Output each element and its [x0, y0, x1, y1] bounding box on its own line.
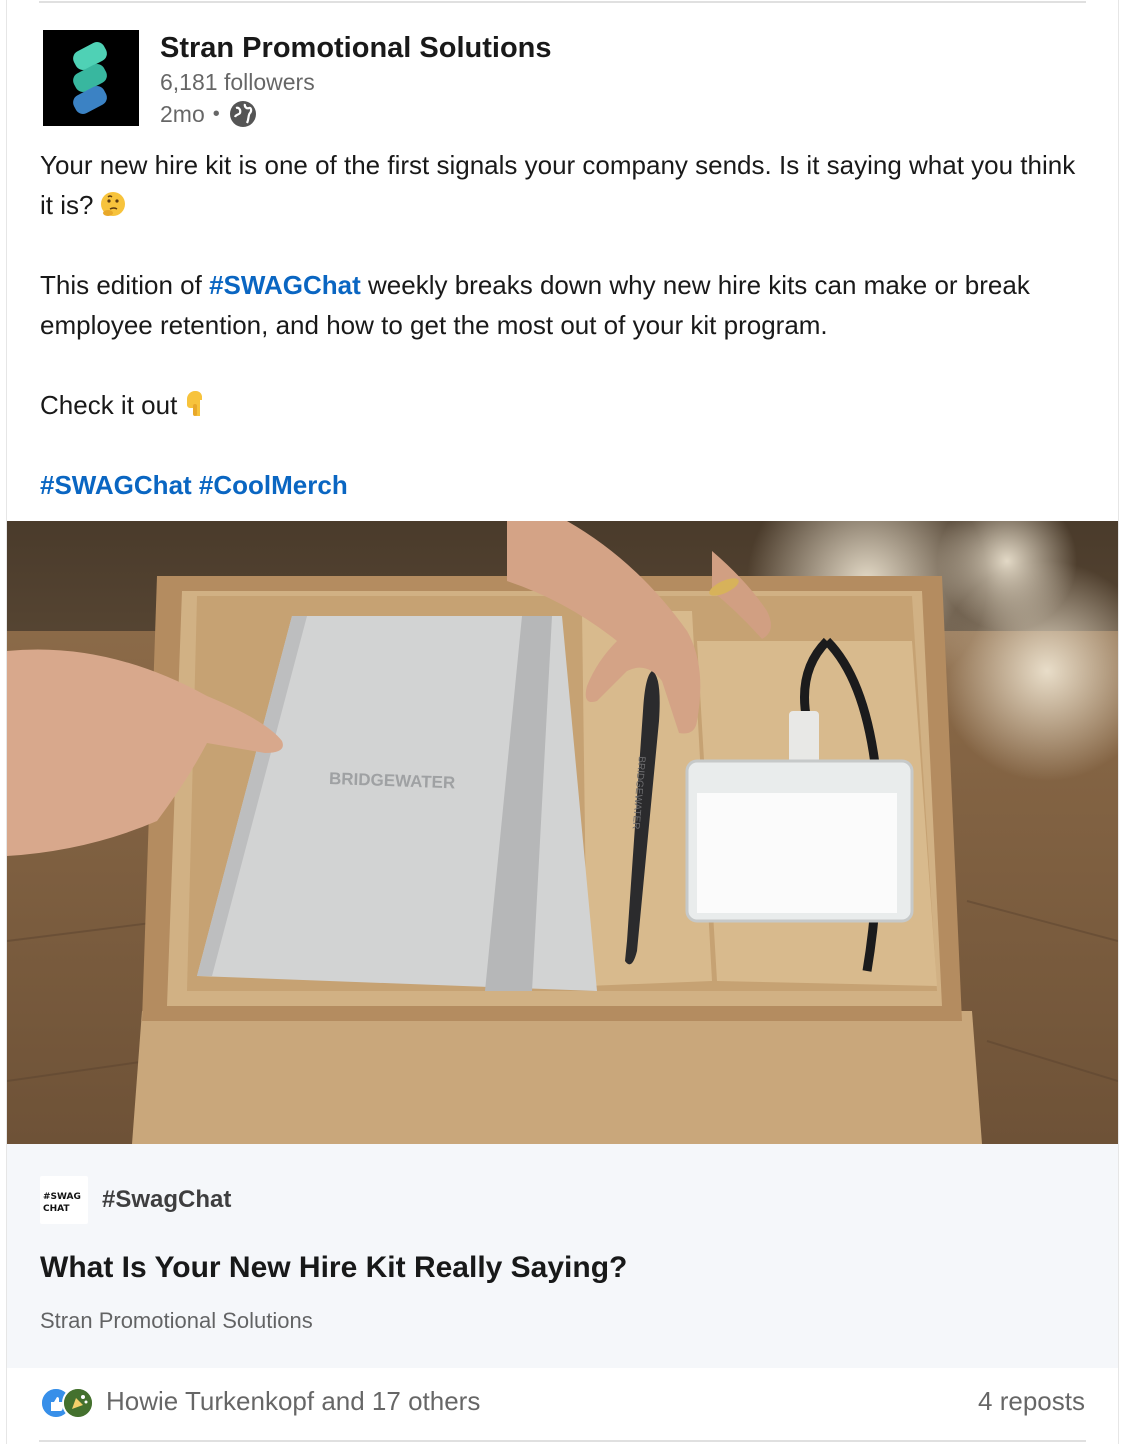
swagchat-thumbnail: #SWAG CHAT — [40, 1176, 88, 1224]
pointing-down-emoji — [187, 391, 203, 416]
post-body: Your new hire kit is one of the first si… — [40, 145, 1090, 505]
post-paragraph: Your new hire kit is one of the first si… — [40, 145, 1090, 225]
social-counts: Howie Turkenkopf and 17 others 4 reposts — [7, 1368, 1118, 1444]
post-card: Stran Promotional Solutions 6,181 follow… — [6, 0, 1119, 1444]
link-title[interactable]: What Is Your New Hire Kit Really Saying? — [40, 1248, 627, 1288]
post-text-line: Your new hire kit is one of the first si… — [40, 150, 1076, 220]
thinking-face-emoji — [101, 192, 126, 216]
post-image[interactable]: BRIDGEWATER BRIDGEWATER — [7, 521, 1118, 1144]
divider — [39, 1, 1086, 3]
company-name[interactable]: Stran Promotional Solutions — [160, 30, 552, 66]
link-preview[interactable]: #SWAG CHAT #SwagChat What Is Your New Hi… — [7, 1144, 1118, 1368]
reactions[interactable]: Howie Turkenkopf and 17 others — [40, 1386, 480, 1419]
post-paragraph: This edition of #SWAGChat weekly breaks … — [40, 265, 1090, 345]
link-subtitle: Stran Promotional Solutions — [40, 1308, 313, 1333]
hashtag-link[interactable]: #SWAGChat — [209, 270, 361, 300]
separator-dot: • — [212, 103, 220, 125]
celebrate-icon — [62, 1386, 94, 1419]
thumb-text: CHAT — [43, 1204, 70, 1214]
globe-icon — [229, 101, 256, 127]
new-hire-kit-photo: BRIDGEWATER BRIDGEWATER — [7, 521, 1118, 1144]
post-header: Stran Promotional Solutions 6,181 follow… — [43, 30, 1043, 128]
post-text-line: This edition of — [40, 270, 210, 300]
reposts-count[interactable]: 4 reposts — [978, 1386, 1085, 1417]
post-hashtags: #SWAGChat #CoolMerch — [40, 465, 1090, 505]
reactions-count[interactable]: Howie Turkenkopf and 17 others — [106, 1386, 480, 1417]
hashtag-link[interactable]: #CoolMerch — [199, 470, 348, 500]
post-paragraph: Check it out — [40, 385, 1090, 425]
post-text-line: Check it out — [40, 390, 178, 420]
company-logo[interactable] — [43, 30, 139, 126]
thumb-text: #SWAG — [43, 1192, 81, 1202]
link-source-name[interactable]: #SwagChat — [102, 1186, 231, 1214]
link-source: #SWAG CHAT #SwagChat — [40, 1176, 231, 1224]
post-time: 2mo — [160, 101, 205, 127]
reaction-icons — [40, 1386, 96, 1419]
post-meta: 2mo • — [160, 99, 258, 129]
follower-count: 6,181 followers — [160, 69, 315, 95]
hashtag-link[interactable]: #SWAGChat — [40, 470, 192, 500]
divider — [39, 1440, 1086, 1442]
